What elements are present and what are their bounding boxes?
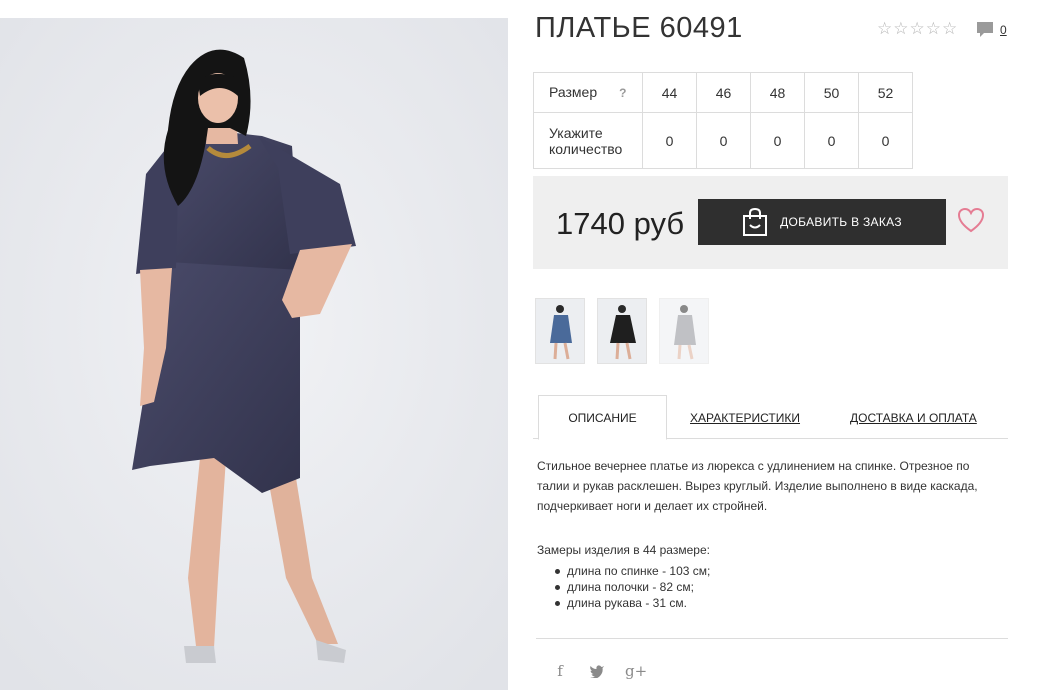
product-photo[interactable] xyxy=(0,18,508,690)
star-icon[interactable]: ☆ xyxy=(942,20,957,37)
size-44: 44 xyxy=(642,72,697,113)
divider xyxy=(536,638,1008,639)
quantity-input-52[interactable]: 0 xyxy=(858,112,913,169)
measures-list: длина по спинке - 103 см; длина полочки … xyxy=(553,563,710,611)
star-icon[interactable]: ☆ xyxy=(926,20,941,37)
size-label: Размер? xyxy=(533,72,643,113)
measures-title: Замеры изделия в 44 размере: xyxy=(537,543,710,557)
star-icon[interactable]: ☆ xyxy=(877,20,892,37)
product-title: ПЛАТЬЕ 60491 xyxy=(535,12,743,44)
tab-characteristics[interactable]: ХАРАКТЕРИСТИКИ xyxy=(690,395,800,440)
star-icon[interactable]: ☆ xyxy=(893,20,908,37)
buy-box: 1740 руб ДОБАВИТЬ В ЗАКАЗ xyxy=(533,176,1008,269)
comments-link[interactable]: 0 xyxy=(976,21,1007,38)
thumbnail-blue[interactable] xyxy=(535,298,585,364)
size-50: 50 xyxy=(804,72,859,113)
tab-delivery-payment[interactable]: ДОСТАВКА И ОПЛАТА xyxy=(850,395,977,440)
quantity-input-46[interactable]: 0 xyxy=(696,112,751,169)
thumbnail-grey[interactable] xyxy=(659,298,709,364)
quantity-input-44[interactable]: 0 xyxy=(642,112,697,169)
thumbnail-blue-image xyxy=(536,299,584,363)
add-to-order-button[interactable]: ДОБАВИТЬ В ЗАКАЗ xyxy=(698,199,946,245)
shopping-bag-icon xyxy=(743,207,768,236)
twitter-icon[interactable] xyxy=(589,664,605,678)
thumbnail-black-image xyxy=(598,299,646,363)
thumbnail-black[interactable] xyxy=(597,298,647,364)
price: 1740 руб xyxy=(556,206,685,241)
list-item: длина по спинке - 103 см; xyxy=(553,563,710,579)
heart-icon[interactable] xyxy=(957,207,985,234)
comment-count[interactable]: 0 xyxy=(1000,23,1007,37)
dress-model-image xyxy=(0,18,508,690)
facebook-icon[interactable]: f xyxy=(551,662,569,680)
tab-description[interactable]: ОПИСАНИЕ xyxy=(538,395,667,440)
social-share: f g+ xyxy=(551,662,647,680)
list-item: длина рукава - 31 см. xyxy=(553,595,710,611)
quantity-label: Укажите количество xyxy=(533,112,643,169)
star-icon[interactable]: ☆ xyxy=(910,20,925,37)
thumbnail-strip xyxy=(535,298,709,364)
quantity-input-48[interactable]: 0 xyxy=(750,112,805,169)
list-item: длина полочки - 82 см; xyxy=(553,579,710,595)
size-46: 46 xyxy=(696,72,751,113)
size-52: 52 xyxy=(858,72,913,113)
size-48: 48 xyxy=(750,72,805,113)
product-tabs: ОПИСАНИЕ ХАРАКТЕРИСТИКИ ДОСТАВКА И ОПЛАТ… xyxy=(533,395,1008,440)
description-text: Стильное вечернее платье из люрекса с уд… xyxy=(537,459,978,513)
thumbnail-grey-image xyxy=(660,299,708,363)
size-label-text: Размер xyxy=(549,84,598,100)
quantity-input-50[interactable]: 0 xyxy=(804,112,859,169)
comment-icon xyxy=(977,22,993,37)
product-info: ПЛАТЬЕ 60491 ☆ ☆ ☆ ☆ ☆ 0 Размер? 44 46 4… xyxy=(533,0,1009,690)
add-to-order-label: ДОБАВИТЬ В ЗАКАЗ xyxy=(780,215,902,229)
rating-stars[interactable]: ☆ ☆ ☆ ☆ ☆ xyxy=(877,20,957,37)
size-table: Размер? 44 46 48 50 52 Укажите количеств… xyxy=(533,72,913,169)
google-plus-icon[interactable]: g+ xyxy=(625,662,647,680)
help-icon[interactable]: ? xyxy=(619,86,626,100)
